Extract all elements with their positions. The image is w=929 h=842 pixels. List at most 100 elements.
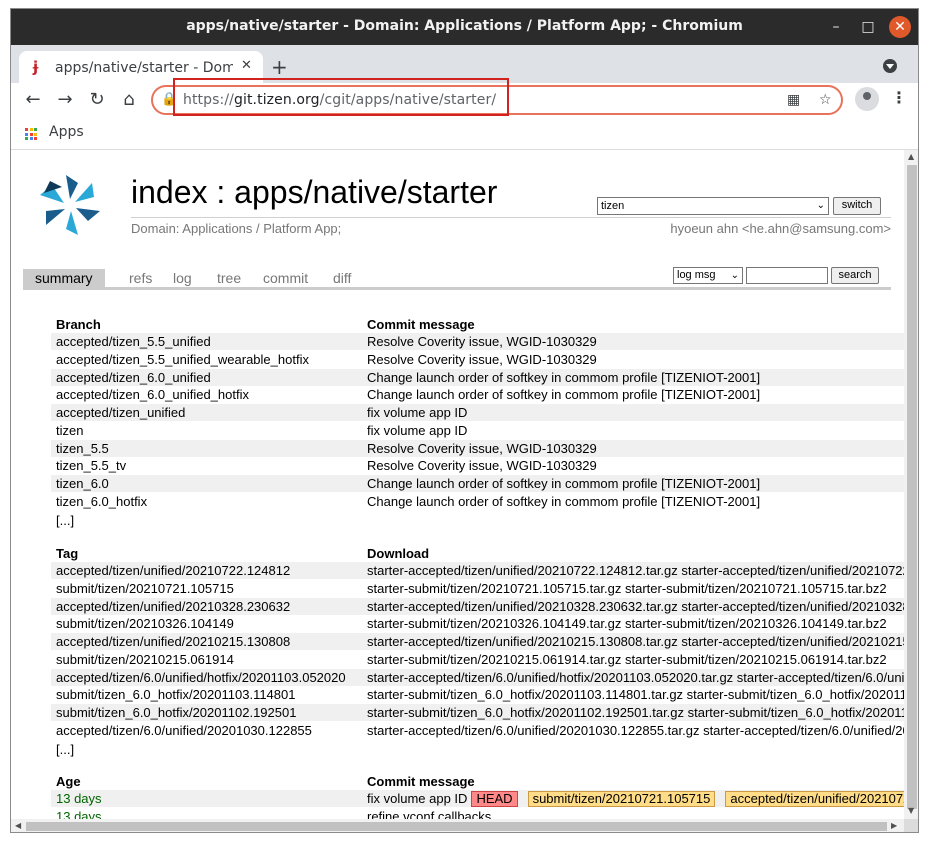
close-tab-icon[interactable]: ✕ <box>241 58 252 73</box>
download-links[interactable]: starter-submit/tizen/20210215.061914.tar… <box>367 652 887 667</box>
apps-dot <box>29 132 33 136</box>
log-row: 13 days refine vconf callbacks <box>51 808 904 819</box>
tag-link[interactable]: submit/tizen_6.0_hotfix/20201103.114801 <box>56 687 295 702</box>
apps-dot <box>29 137 33 140</box>
commit-message-link[interactable]: Change launch order of softkey in commom… <box>367 494 760 509</box>
tab-tree[interactable]: tree <box>217 270 241 286</box>
commit-message-link[interactable]: fix volume app ID <box>367 405 467 420</box>
branch-link[interactable]: accepted/tizen_5.5_unified_wearable_hotf… <box>56 352 309 367</box>
log-type-select[interactable]: log msg ⌄ <box>673 267 743 284</box>
commit-message-link[interactable]: Change launch order of softkey in commom… <box>367 387 760 402</box>
tag-badge[interactable]: accepted/tizen/unified/20210722.124812 <box>725 791 904 807</box>
table-row: accepted/tizen/unified/20210328.230632 st… <box>51 597 904 615</box>
download-links[interactable]: starter-submit/tizen/20210721.105715.tar… <box>367 581 887 596</box>
branch-link[interactable]: accepted/tizen_unified <box>56 405 185 420</box>
head-badge[interactable]: HEAD <box>471 791 518 807</box>
commit-message-link[interactable]: Change launch order of softkey in commom… <box>367 476 760 491</box>
minimize-icon[interactable]: – <box>825 16 847 38</box>
commit-message-link[interactable]: Resolve Coverity issue, WGID-1030329 <box>367 334 597 349</box>
scroll-up-icon[interactable]: ▲ <box>908 152 914 161</box>
table-row: accepted/tizen_5.5_unified_wearable_hotf… <box>51 351 904 368</box>
tag-link[interactable]: submit/tizen_6.0_hotfix/20201102.192501 <box>56 705 296 720</box>
tag-link[interactable]: accepted/tizen/6.0/unified/hotfix/202011… <box>56 670 346 685</box>
table-row: accepted/tizen_6.0_unified_hotfix Change … <box>51 386 904 403</box>
new-tab-icon[interactable]: + <box>271 55 288 79</box>
maximize-icon[interactable]: □ <box>857 16 879 38</box>
branch-select[interactable]: tizen ⌄ <box>597 197 829 215</box>
download-links[interactable]: starter-submit/tizen_6.0_hotfix/20201103… <box>367 687 904 702</box>
forward-icon[interactable]: → <box>53 88 77 112</box>
tizen-logo-icon[interactable] <box>35 170 105 240</box>
search-button[interactable]: search <box>831 267 879 284</box>
home-icon[interactable]: ⌂ <box>117 88 141 112</box>
apps-bookmark[interactable]: Apps <box>49 124 84 140</box>
tag-link[interactable]: submit/tizen/20210215.061914 <box>56 652 234 667</box>
tab-log[interactable]: log <box>173 270 192 286</box>
scroll-corner <box>904 819 918 832</box>
scroll-thumb[interactable] <box>907 165 917 809</box>
tab-summary[interactable]: summary <box>23 269 105 287</box>
download-links[interactable]: starter-submit/tizen/20210326.104149.tar… <box>367 616 887 631</box>
browser-window: apps/native/starter - Domain: Applicatio… <box>10 8 919 833</box>
commit-message-link[interactable]: Change launch order of softkey in commom… <box>367 370 760 385</box>
branch-link[interactable]: accepted/tizen_6.0_unified_hotfix <box>56 387 249 402</box>
tag-link[interactable]: submit/tizen/20210326.104149 <box>56 616 234 631</box>
back-icon[interactable]: ← <box>21 88 45 112</box>
tab-diff[interactable]: diff <box>333 270 351 286</box>
branch-link[interactable]: tizen_6.0_hotfix <box>56 494 147 509</box>
download-links[interactable]: starter-accepted/tizen/unified/20210722.… <box>367 563 904 578</box>
commit-age: 13 days <box>56 808 102 819</box>
chevron-down-icon: ⌄ <box>816 200 825 211</box>
column-header: Age <box>56 774 81 789</box>
download-links[interactable]: starter-accepted/tizen/unified/20210328.… <box>367 599 904 614</box>
reload-icon[interactable]: ↻ <box>85 88 109 112</box>
log-search-input[interactable] <box>746 267 828 284</box>
horizontal-scrollbar[interactable]: ◀ ▶ <box>11 819 904 832</box>
download-links[interactable]: starter-accepted/tizen/6.0/unified/20201… <box>367 723 904 738</box>
scroll-down-icon[interactable]: ▼ <box>908 806 914 815</box>
apps-grid-icon[interactable] <box>25 128 37 140</box>
branch-link[interactable]: tizen <box>56 423 83 438</box>
download-links[interactable]: starter-accepted/tizen/6.0/unified/hotfi… <box>367 670 904 685</box>
hscroll-thumb[interactable] <box>26 822 887 831</box>
bookmark-star-icon[interactable]: ☆ <box>819 92 832 108</box>
commit-message-link[interactable]: refine vconf callbacks <box>367 809 491 819</box>
download-links[interactable]: starter-accepted/tizen/unified/20210215.… <box>367 634 904 649</box>
branch-link[interactable]: accepted/tizen_5.5_unified <box>56 334 211 349</box>
profile-avatar-icon[interactable] <box>855 87 879 111</box>
tag-link[interactable]: submit/tizen/20210721.105715 <box>56 581 234 596</box>
scroll-left-icon[interactable]: ◀ <box>15 821 21 830</box>
download-links[interactable]: starter-submit/tizen_6.0_hotfix/20201102… <box>367 705 904 720</box>
tag-link[interactable]: accepted/tizen/unified/20210722.124812 <box>56 563 290 578</box>
commit-message-link[interactable]: Resolve Coverity issue, WGID-1030329 <box>367 441 597 456</box>
more-link[interactable]: [...] <box>56 742 74 757</box>
tag-link[interactable]: accepted/tizen/unified/20210215.130808 <box>56 634 290 649</box>
tab-commit[interactable]: commit <box>263 270 308 286</box>
commit-message-link[interactable]: Resolve Coverity issue, WGID-1030329 <box>367 458 597 473</box>
branch-link[interactable]: accepted/tizen_6.0_unified <box>56 370 211 385</box>
url-highlight-box <box>173 78 509 116</box>
repo-description: Domain: Applications / Platform App; <box>131 221 342 236</box>
close-window-icon[interactable]: ✕ <box>889 16 911 38</box>
table-row: accepted/tizen/unified/20210215.130808 st… <box>51 633 904 650</box>
tag-link[interactable]: accepted/tizen/6.0/unified/20201030.1228… <box>56 723 312 738</box>
branch-link[interactable]: tizen_5.5 <box>56 441 109 456</box>
log-row: 13 days fix volume app ID HEAD submit/tizen… <box>51 790 904 807</box>
tag-badge[interactable]: submit/tizen/20210721.105715 <box>527 791 716 807</box>
table-row: accepted/tizen/6.0/unified/20201030.1228… <box>51 722 904 739</box>
scroll-right-icon[interactable]: ▶ <box>891 821 897 830</box>
qr-code-icon[interactable]: ▦ <box>787 92 800 108</box>
tag-link[interactable]: accepted/tizen/unified/20210328.230632 <box>56 599 290 614</box>
tab-search-icon[interactable] <box>883 59 897 73</box>
commit-message-link[interactable]: fix volume app ID <box>367 423 467 438</box>
browser-menu-icon[interactable]: ⋮ <box>891 88 907 107</box>
commit-message-link[interactable]: Resolve Coverity issue, WGID-1030329 <box>367 352 597 367</box>
switch-button[interactable]: switch <box>833 197 881 215</box>
more-link[interactable]: [...] <box>56 513 74 528</box>
commit-message-link[interactable]: fix volume app ID <box>367 791 467 806</box>
title-bar: apps/native/starter - Domain: Applicatio… <box>11 9 918 45</box>
branch-link[interactable]: tizen_5.5_tv <box>56 458 126 473</box>
tab-refs[interactable]: refs <box>129 270 152 286</box>
vertical-scrollbar[interactable]: ▲ ▼ <box>904 150 918 819</box>
branch-link[interactable]: tizen_6.0 <box>56 476 109 491</box>
